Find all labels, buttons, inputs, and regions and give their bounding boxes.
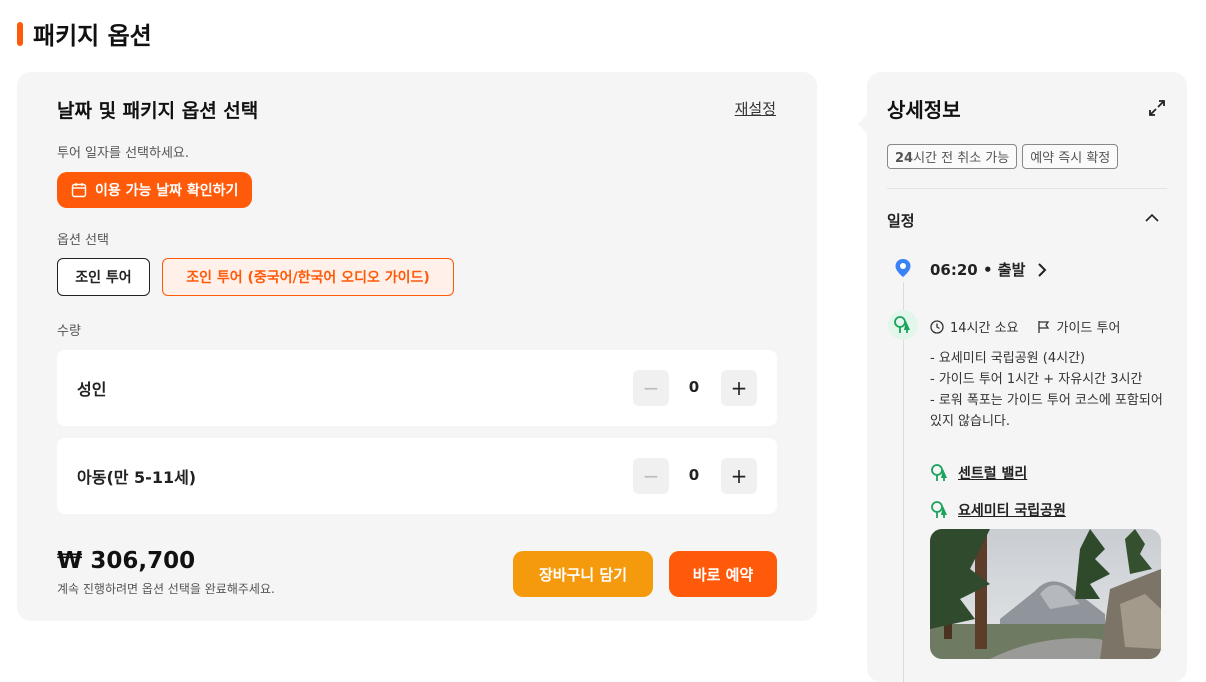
calendar-icon	[71, 182, 87, 198]
title-accent-bar	[17, 21, 23, 46]
reset-button[interactable]: 재설정	[735, 98, 776, 119]
quantity-value: 0	[688, 466, 700, 484]
tree-icon	[930, 463, 950, 483]
price-hint: 계속 진행하려면 옵션 선택을 완료해주세요.	[57, 582, 275, 596]
increment-button[interactable]: +	[721, 458, 757, 494]
check-dates-button[interactable]: 이용 가능 날짜 확인하기	[57, 172, 253, 208]
tag-bold: 24	[895, 151, 914, 166]
details-panel: 상세정보 24시간 전 취소 가능 예약 즉시 확정 일정 06:20 • 출발…	[867, 72, 1187, 682]
tag-cancellation: 24시간 전 취소 가능	[887, 144, 1018, 169]
quantity-row-adult: 성인 − 0 +	[57, 350, 777, 426]
decrement-button[interactable]: −	[633, 458, 669, 494]
page-title-text: 패키지 옵션	[33, 22, 152, 50]
schedule-description: - 요세미티 국립공원 (4시간) - 가이드 투어 1시간 + 자유시간 3시…	[930, 348, 1165, 432]
quantity-label: 수량	[57, 324, 81, 339]
tag-instant-confirm: 예약 즉시 확정	[1022, 144, 1119, 169]
tour-meta: 14시간 소요 가이드 투어	[930, 317, 1120, 336]
increment-button[interactable]: +	[721, 370, 757, 406]
tag-text: 시간 전 취소 가능	[913, 151, 1010, 166]
details-title: 상세정보	[887, 98, 961, 122]
chevron-up-icon[interactable]	[1143, 209, 1161, 227]
tree-icon	[930, 500, 950, 520]
total-price: ₩ 306,700	[57, 548, 196, 574]
poi-central-valley[interactable]: 센트럴 밸리	[930, 463, 1027, 483]
departure-text: 06:20 • 출발	[930, 261, 1026, 279]
check-dates-label: 이용 가능 날짜 확인하기	[95, 183, 239, 199]
quantity-name: 성인	[77, 380, 107, 399]
clock-icon	[930, 319, 944, 334]
duration-text: 14시간 소요	[950, 321, 1019, 336]
option-label: 옵션 선택	[57, 233, 109, 248]
option-join-tour[interactable]: 조인 투어	[57, 258, 150, 296]
page-title: 패키지 옵션	[17, 16, 152, 51]
timeline-line	[903, 282, 904, 682]
tag-list: 24시간 전 취소 가능 예약 즉시 확정	[887, 144, 1119, 169]
description-line: - 요세미티 국립공원 (4시간)	[930, 351, 1086, 366]
quantity-name: 아동(만 5-11세)	[77, 468, 197, 487]
option-join-tour-audio-guide[interactable]: 조인 투어 (중국어/한국어 오디오 가이드)	[162, 258, 454, 296]
tour-type-text: 가이드 투어	[1056, 321, 1121, 336]
poi-yosemite[interactable]: 요세미티 국립공원	[930, 500, 1066, 520]
description-line: - 가이드 투어 1시간 + 자유시간 3시간	[930, 372, 1143, 387]
book-now-button[interactable]: 바로 예약	[669, 551, 777, 597]
option-selection-panel: 날짜 및 패키지 옵션 선택 재설정 투어 일자를 선택하세요. 이용 가능 날…	[17, 72, 817, 621]
flag-icon	[1037, 320, 1051, 334]
add-to-cart-button[interactable]: 장바구니 담기	[513, 551, 653, 597]
poi-label: 요세미티 국립공원	[958, 503, 1066, 519]
quantity-value: 0	[688, 378, 700, 396]
quantity-row-child: 아동(만 5-11세) − 0 +	[57, 438, 777, 514]
schedule-label: 일정	[887, 212, 915, 230]
poi-label: 센트럴 밸리	[958, 466, 1028, 482]
decrement-button[interactable]: −	[633, 370, 669, 406]
date-hint: 투어 일자를 선택하세요.	[57, 146, 189, 161]
expand-icon[interactable]	[1147, 98, 1167, 118]
description-line: - 로워 폭포는 가이드 투어 코스에 포함되어 있지 않습니다.	[930, 393, 1163, 429]
departure-row[interactable]: 06:20 • 출발	[930, 259, 1049, 280]
place-icon	[888, 310, 918, 340]
yosemite-photo[interactable]	[930, 529, 1161, 659]
divider	[887, 188, 1167, 189]
location-pin-icon	[894, 258, 912, 278]
tag-text: 예약 즉시 확정	[1030, 151, 1111, 166]
panel-title: 날짜 및 패키지 옵션 선택	[57, 100, 259, 122]
chevron-right-icon[interactable]	[1035, 262, 1049, 278]
